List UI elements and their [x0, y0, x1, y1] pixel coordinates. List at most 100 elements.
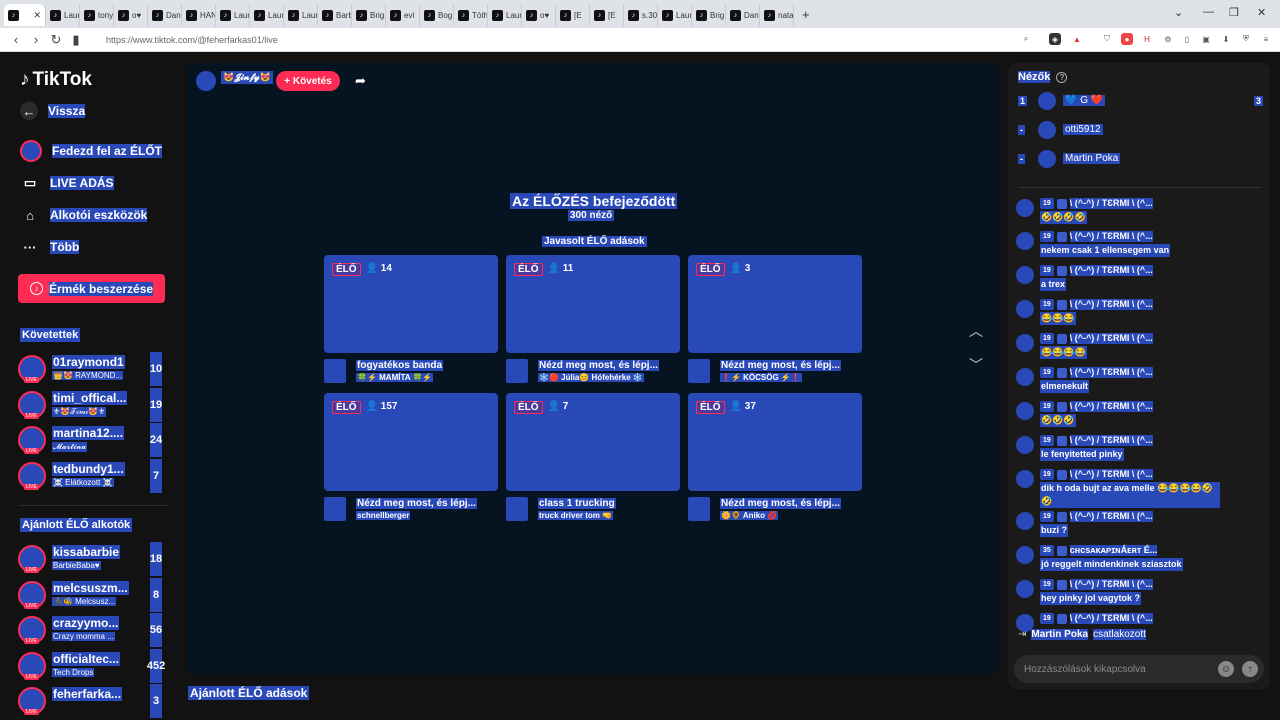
chat-header: 19 \ (^-^) / TƐRMI \ (^... [1040, 613, 1153, 624]
host-name[interactable]: 😻𝓙𝓲𝓷𝓯𝔂😻 [221, 71, 273, 84]
get-coins-button[interactable]: ♪ Érmék beszerzése [18, 274, 165, 303]
rewards-icon[interactable]: ▲ [1071, 33, 1083, 45]
maximize-icon[interactable]: ❐ [1229, 6, 1239, 19]
zoom-icon[interactable]: ⌕ [1020, 33, 1032, 45]
live-card-thumbnail[interactable]: ÉLŐ 👤 7 [506, 393, 680, 491]
extension-hls-icon[interactable]: H [1141, 33, 1153, 45]
browser-tab[interactable]: ♪ HAN [182, 4, 216, 26]
live-card-info[interactable]: Nézd meg most, és lépj... ❄️🔴 Júlia😊 Hófe… [506, 359, 680, 389]
browser-tab[interactable]: ♪ Laur [658, 4, 692, 26]
browser-tab[interactable]: ♪ nata [760, 4, 794, 26]
live-card-thumbnail[interactable]: ÉLŐ 👤 3 [688, 255, 862, 353]
browser-tab[interactable]: ♪ Dan [148, 4, 182, 26]
fan-badge-icon [1056, 614, 1067, 624]
creator-name: 01raymond1 [52, 355, 125, 369]
extension-color-icon[interactable]: ● [1121, 33, 1133, 45]
close-tab-icon[interactable]: ✕ [33, 10, 41, 21]
browser-tab[interactable]: ♪ [E [556, 4, 590, 26]
live-card-thumbnail[interactable]: ÉLŐ 👤 11 [506, 255, 680, 353]
nav-explore-live[interactable]: Fedezd fel az ÉLŐT [20, 140, 163, 162]
creator-list-item[interactable]: LIVE 01raymond1 👑😻 RAYMOND... 10 [18, 352, 164, 386]
top-viewer-row[interactable]: - otti5912 [1018, 121, 1263, 141]
browser-tab[interactable]: ♪ Laur [284, 4, 318, 26]
send-icon[interactable]: ↑ [1242, 661, 1258, 677]
tiktok-favicon-icon: ♪ [662, 9, 673, 21]
browser-tab[interactable]: ♪ Barb [318, 4, 352, 26]
creator-list-item[interactable]: LIVE melcsuszm... 🐈‍⬛🐝 Melcsusz... 8 [18, 577, 164, 612]
live-card-info[interactable]: fogyatékos banda 🍀⚡ MAMÍTA 🍀⚡ [324, 359, 498, 389]
extension-shield-icon[interactable]: ⛉ [1101, 33, 1113, 45]
fan-badge-icon [1056, 580, 1067, 590]
nav-creator-tools[interactable]: ⌂ Alkotói eszközök [20, 205, 148, 225]
creator-list-item[interactable]: LIVE timi_offical... ⚜😻𝒯𝒾𝓂𝒾😻⚜ 19 [18, 387, 164, 422]
host-avatar[interactable] [196, 71, 216, 91]
creator-list-item[interactable]: LIVE martina12.... 𝓜𝓪𝓻𝓽𝓲𝓷𝓪 24 [18, 423, 164, 457]
tiktok-logo[interactable]: ♪ TikTok [20, 69, 92, 91]
tab-list-chevron-icon[interactable]: ⌄ [1174, 6, 1183, 19]
share-icon[interactable]: ➦ [355, 73, 366, 89]
top-viewer-row[interactable]: 1 💙 G ❤️ 3 [1018, 92, 1263, 112]
creator-list-item[interactable]: LIVE kissabarbie BarbieBaba♥ 18 [18, 542, 164, 576]
vpn-icon[interactable]: ⛨ [1240, 33, 1252, 45]
creator-list-item[interactable]: LIVE officialtec... Tech Drops 452 [18, 648, 165, 683]
followed-header: Követettek [20, 328, 81, 342]
browser-tab[interactable]: ♪ Laur [46, 4, 80, 26]
browser-tab[interactable]: ♪ Brig [692, 4, 726, 26]
live-card-thumbnail[interactable]: ÉLŐ 👤 14 [324, 255, 498, 353]
tiktok-favicon-icon: ♪ [322, 9, 333, 21]
live-card-info[interactable]: Nézd meg most, és lépj... ❗⚡ KÖCSÖG ⚡❗ [688, 359, 862, 389]
browser-tab[interactable]: ♪ [E [590, 4, 624, 26]
browser-tab[interactable]: ♪ s.30 [624, 4, 658, 26]
nav-more[interactable]: ··· Több [20, 237, 80, 257]
browser-tab[interactable]: ♪ Laur [488, 4, 522, 26]
follow-button[interactable]: + Követés [276, 71, 340, 91]
browser-tab[interactable]: ♪ ✕ [4, 4, 46, 26]
chevron-up-icon[interactable]: ︿ [969, 321, 983, 341]
creator-list-item[interactable]: LIVE feherfarka... 3 [18, 684, 164, 718]
browser-tab[interactable]: ♪ Dan [726, 4, 760, 26]
live-card-thumbnail[interactable]: ÉLŐ 👤 157 [324, 393, 498, 491]
live-card-thumbnail[interactable]: ÉLŐ 👤 37 [688, 393, 862, 491]
emoji-icon[interactable]: ☺ [1218, 661, 1234, 677]
brave-shield-icon[interactable]: ◈ [1049, 33, 1061, 45]
wallet-icon[interactable]: ▣ [1200, 33, 1212, 45]
back-link[interactable]: ← Vissza [20, 102, 86, 120]
viewer-count: 24 [150, 423, 162, 457]
live-card-info[interactable]: Nézd meg most, és lépj... schnellberger [324, 497, 498, 527]
browser-tab[interactable]: ♪ Brig [352, 4, 386, 26]
nav-live-broadcast[interactable]: ▭ LIVE ADÁS [20, 173, 114, 193]
sidebar-toggle-icon[interactable]: ▯ [1181, 33, 1193, 45]
tiktok-favicon-icon: ♪ [254, 9, 265, 21]
chat-username: \ (^-^) / TƐRMI \ (^... [1069, 265, 1153, 276]
back-icon[interactable]: ‹ [6, 32, 26, 47]
browser-tab[interactable]: ♪ Laur [216, 4, 250, 26]
forward-icon[interactable]: › [26, 32, 46, 47]
browser-tab[interactable]: ♪ o♥ [522, 4, 556, 26]
comment-input[interactable]: Hozzászólások kikapcsolva ☺ ↑ [1014, 655, 1264, 683]
minimize-icon[interactable]: — [1203, 6, 1214, 18]
browser-tab-label: Laur [268, 10, 284, 20]
browser-tab[interactable]: ♪ o♥ [114, 4, 148, 26]
viewer-count: 10 [150, 352, 162, 386]
user-level-badge: 19 [1040, 299, 1054, 310]
browser-tab[interactable]: ♪ Tóth [454, 4, 488, 26]
reload-icon[interactable]: ↻ [46, 32, 66, 48]
top-viewer-row[interactable]: - Martin Poka [1018, 150, 1263, 170]
new-tab-icon[interactable]: + [802, 7, 810, 22]
menu-icon[interactable]: ≡ [1260, 33, 1272, 45]
browser-tab[interactable]: ♪ Bog [420, 4, 454, 26]
creator-list-item[interactable]: LIVE tedbundy1... ☠️ Elátkozott ☠️ 7 [18, 458, 164, 493]
browser-tab[interactable]: ♪ Laur [250, 4, 284, 26]
bookmark-icon[interactable]: ▮ [66, 32, 86, 48]
info-icon[interactable]: ? [1056, 71, 1068, 83]
close-window-icon[interactable]: ✕ [1257, 6, 1266, 19]
live-card-info[interactable]: class 1 trucking truck driver tom 🤜 [506, 497, 680, 527]
live-card-info[interactable]: Nézd meg most, és lépj... 🌼🌻 Aniko 💋 [688, 497, 862, 527]
extension-gear-icon[interactable]: ⚙ [1162, 33, 1174, 45]
browser-tab[interactable]: ♪ tony [80, 4, 114, 26]
download-icon[interactable]: ⬇ [1220, 33, 1232, 45]
url-field[interactable]: https://www.tiktok.com/@feherfarkas01/li… [106, 35, 278, 45]
browser-tab[interactable]: ♪ evi [386, 4, 420, 26]
creator-list-item[interactable]: LIVE crazyymo... Crazy momma ... 56 [18, 613, 164, 647]
chevron-down-icon[interactable]: ﹀ [969, 355, 983, 375]
